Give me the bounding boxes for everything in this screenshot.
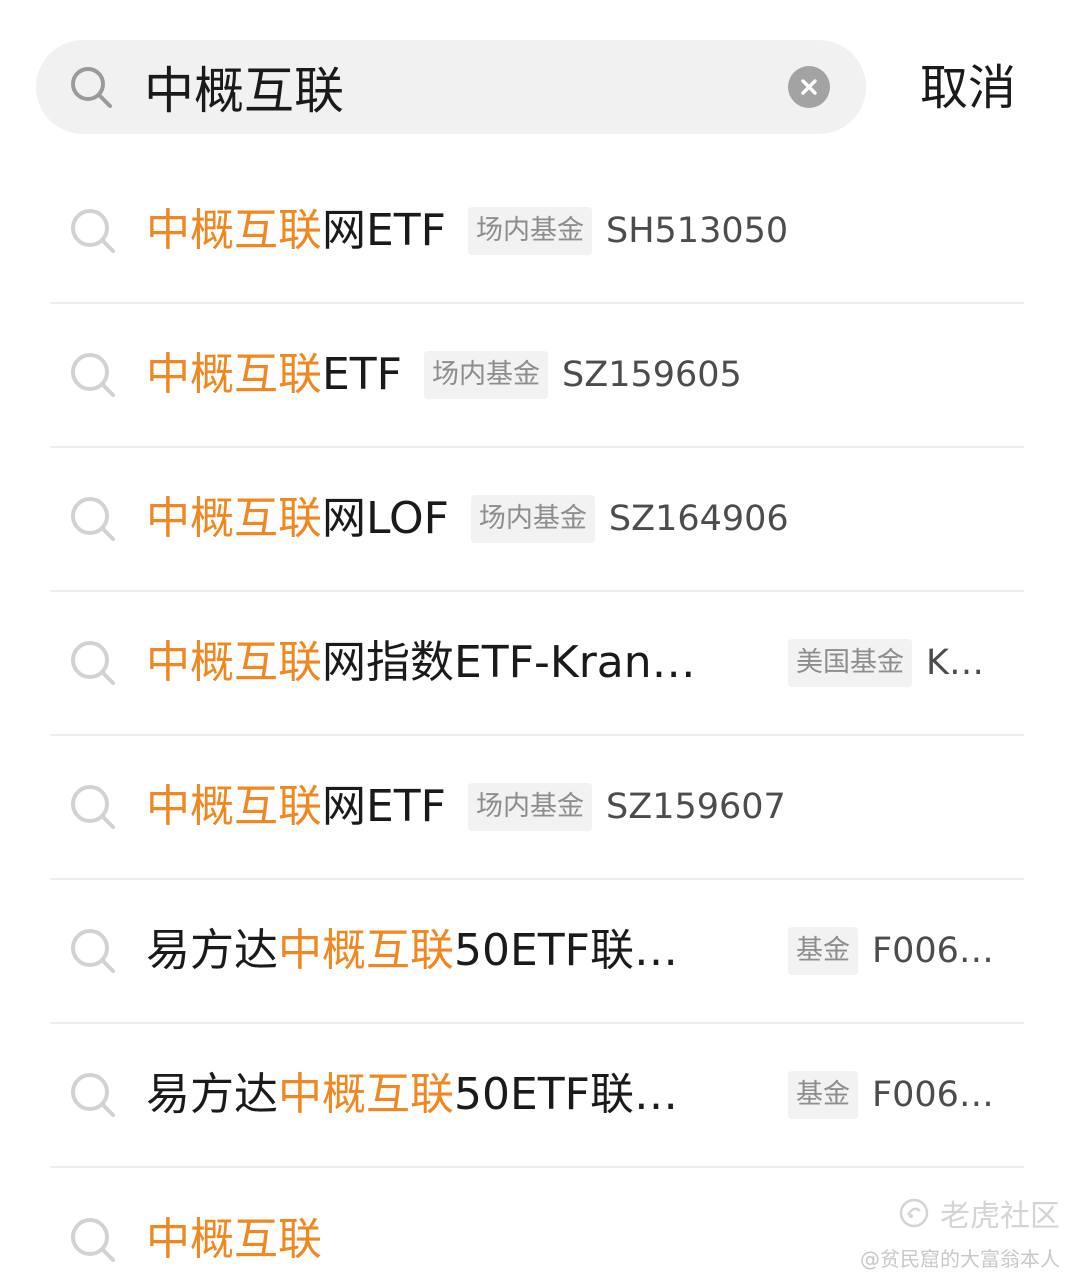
fund-code: SZ159605 [562, 355, 742, 395]
fund-code: K… [926, 643, 984, 683]
highlighted-match: 中概互联 [278, 1069, 454, 1120]
suggestion-content: 易方达 中概互联 50ETF联… 基金 F006… [146, 1024, 1024, 1166]
suggestion-item[interactable]: 中概互联 网指数ETF-Kran… 美国基金 K… [50, 592, 1024, 736]
name-text: 50ETF联… [454, 1069, 678, 1120]
search-icon [71, 67, 112, 108]
highlighted-match: 中概互联 [146, 1214, 322, 1265]
suggestion-content: 中概互联 网ETF 场内基金 SZ159607 [146, 736, 1024, 878]
name-text: 易方达 [146, 1069, 278, 1120]
search-icon [71, 1073, 115, 1117]
search-page: 取消 中概互联网ETF场内基金SH513050中概互联ETF场内基金SZ1596… [0, 0, 1080, 1286]
suggestion-content: 中概互联 ETF 场内基金 SZ159605 [146, 304, 1024, 446]
fund-code: F006… [872, 1075, 994, 1115]
suggestion-item[interactable]: 中概互联 ETF 场内基金 SZ159605 [50, 304, 1024, 448]
search-icon [71, 929, 115, 973]
search-icon [71, 1218, 115, 1262]
name-text: 易方达 [146, 925, 278, 976]
suggestion-name: 中概互联 网ETF [146, 201, 446, 261]
fund-type-badge: 场内基金 [468, 783, 592, 831]
search-icon [71, 353, 115, 397]
suggestion-name: 中概互联 网指数ETF-Kran… [146, 633, 766, 693]
name-text: 50ETF联… [454, 925, 678, 976]
search-header: 取消 [0, 0, 1080, 150]
highlighted-match: 中概互联 [146, 493, 322, 544]
search-input[interactable] [144, 40, 784, 134]
name-text: ETF [322, 349, 402, 400]
highlighted-match: 中概互联 [146, 349, 322, 400]
suggestion-item[interactable]: 易方达 中概互联 50ETF联… 基金 F006… [50, 1024, 1024, 1168]
fund-type-badge: 场内基金 [470, 495, 595, 543]
highlighted-match: 中概互联 [146, 637, 322, 688]
tiger-logo-icon [899, 1198, 929, 1228]
watermark-brand: 老虎社区 [860, 1191, 1060, 1235]
cancel-button[interactable]: 取消 [920, 52, 1016, 124]
suggestion-content: 中概互联 网指数ETF-Kran… 美国基金 K… [146, 592, 1024, 734]
search-icon [71, 641, 115, 685]
fund-type-badge: 场内基金 [468, 207, 592, 255]
clear-icon [801, 79, 817, 95]
fund-code: SZ164906 [608, 499, 789, 539]
fund-code: SH513050 [606, 211, 789, 251]
fund-type-badge: 基金 [788, 1071, 858, 1119]
fund-code: F006… [872, 931, 994, 971]
watermark-brand-text: 老虎社区 [940, 1199, 1060, 1234]
suggestion-item[interactable]: 中概互联 网LOF 场内基金 SZ164906 [50, 448, 1024, 592]
suggestion-item[interactable]: 中概互联 网ETF 场内基金 SH513050 [50, 160, 1024, 304]
suggestion-content: 易方达 中概互联 50ETF联… 基金 F006… [146, 880, 1024, 1022]
search-icon [71, 209, 115, 253]
watermark-user: @贫民窟的大富翁本人 [860, 1247, 1060, 1271]
search-box[interactable] [36, 40, 866, 134]
suggestion-content: 中概互联 网ETF 场内基金 SH513050 [146, 160, 1024, 302]
fund-type-badge: 基金 [788, 927, 858, 975]
name-text: 网LOF [322, 493, 449, 544]
suggestion-list: 中概互联 网ETF 场内基金 SH513050 中概互联 ETF 场内基金 SZ159605 中… [0, 160, 1080, 1286]
clear-button[interactable] [788, 66, 830, 108]
name-text: 网ETF [322, 781, 446, 832]
fund-type-badge: 美国基金 [788, 639, 912, 687]
suggestion-name: 中概互联 ETF [146, 345, 402, 405]
name-text: 网ETF [322, 205, 446, 256]
suggestion-content: 中概互联 网LOF 场内基金 SZ164906 [146, 448, 1024, 590]
search-icon [71, 785, 115, 829]
highlighted-match: 中概互联 [146, 205, 322, 256]
suggestion-name: 中概互联 [146, 1210, 322, 1270]
suggestion-item[interactable]: 中概互联 网ETF 场内基金 SZ159607 [50, 736, 1024, 880]
suggestion-item[interactable]: 易方达 中概互联 50ETF联… 基金 F006… [50, 880, 1024, 1024]
fund-type-badge: 场内基金 [424, 351, 548, 399]
suggestion-name: 中概互联 网ETF [146, 777, 446, 837]
watermark: 老虎社区 @贫民窟的大富翁本人 [860, 1191, 1060, 1272]
suggestion-name: 易方达 中概互联 50ETF联… [146, 1065, 766, 1125]
highlighted-match: 中概互联 [278, 925, 454, 976]
suggestion-name: 易方达 中概互联 50ETF联… [146, 921, 766, 981]
fund-code: SZ159607 [606, 787, 786, 827]
highlighted-match: 中概互联 [146, 781, 322, 832]
name-text: 网指数ETF-Kran… [322, 637, 696, 688]
search-icon [71, 497, 115, 541]
suggestion-name: 中概互联 网LOF [146, 489, 449, 549]
